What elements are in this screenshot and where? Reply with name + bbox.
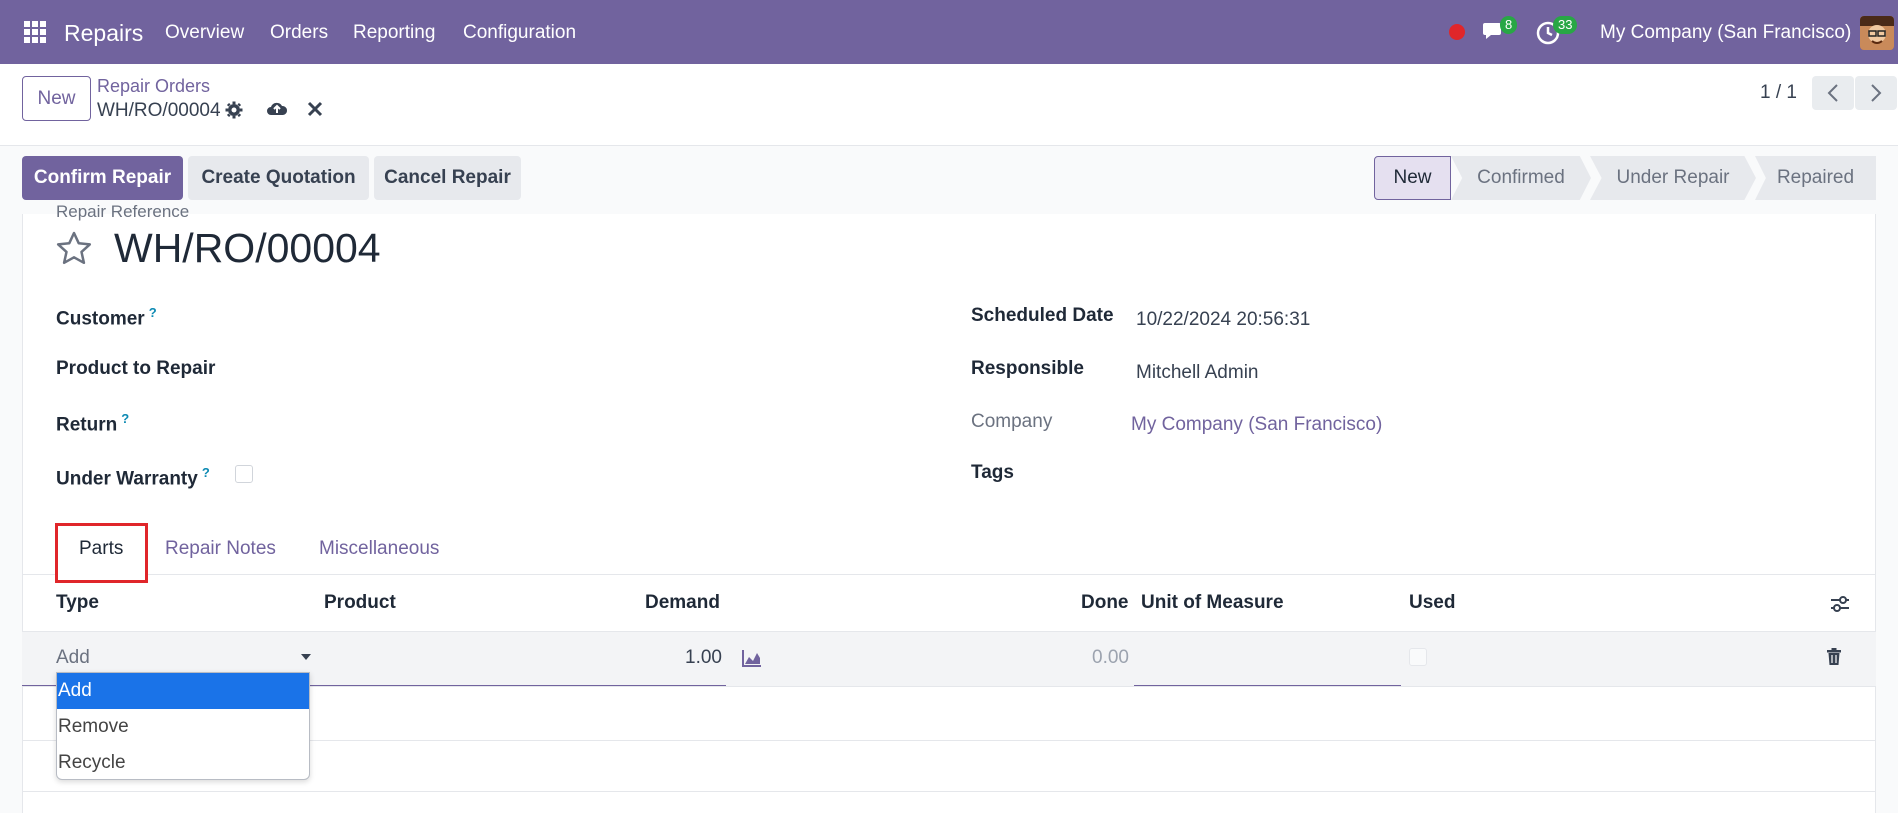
return-label: Return? [56, 411, 130, 436]
column-done[interactable]: Done [1081, 592, 1129, 614]
status-under-repair[interactable]: Under Repair [1590, 156, 1756, 200]
type-dropdown-menu: Add Remove Recycle [56, 672, 310, 780]
column-demand[interactable]: Demand [645, 592, 720, 614]
responsible-field[interactable]: Mitchell Admin [1136, 362, 1259, 384]
top-navbar: Repairs Overview Orders Reporting Config… [0, 0, 1898, 64]
pager-previous-button[interactable] [1812, 76, 1854, 110]
help-tooltip[interactable]: ? [202, 465, 210, 480]
tags-label: Tags [971, 462, 1014, 483]
user-avatar[interactable] [1860, 16, 1894, 50]
star-icon[interactable] [55, 230, 93, 268]
dropdown-option-recycle[interactable]: Recycle [57, 745, 309, 779]
column-product[interactable]: Product [324, 592, 396, 614]
chat-badge: 8 [1500, 16, 1518, 34]
recording-icon[interactable] [1449, 24, 1465, 40]
menu-orders[interactable]: Orders [270, 22, 328, 44]
menu-overview[interactable]: Overview [165, 22, 244, 44]
dropdown-option-remove[interactable]: Remove [57, 709, 309, 745]
status-new[interactable]: New [1374, 156, 1451, 200]
cancel-repair-button[interactable]: Cancel Repair [374, 156, 521, 200]
scheduled-date-field[interactable]: 10/22/2024 20:56:31 [1136, 309, 1310, 331]
trash-icon[interactable] [1826, 648, 1842, 666]
menu-configuration[interactable]: Configuration [463, 22, 576, 44]
product-to-repair-label: Product to Repair [56, 358, 216, 379]
menu-reporting[interactable]: Reporting [353, 22, 435, 44]
customer-label: Customer? [56, 305, 157, 330]
pager-next-button[interactable] [1855, 76, 1897, 110]
tabs-divider [22, 574, 1876, 575]
discard-close-icon[interactable] [307, 101, 323, 117]
app-name[interactable]: Repairs [64, 20, 143, 47]
breadcrumb-repair-orders[interactable]: Repair Orders [97, 76, 210, 97]
activity-badge: 33 [1553, 16, 1578, 34]
new-record-button[interactable]: New [22, 76, 91, 121]
column-type[interactable]: Type [56, 592, 99, 614]
breadcrumb-current: WH/RO/00004 [97, 100, 221, 121]
repair-reference-label: Repair Reference [56, 202, 190, 221]
column-unit-of-measure[interactable]: Unit of Measure [1141, 592, 1284, 614]
pager-value[interactable]: 1 / 1 [1760, 82, 1797, 104]
gear-icon[interactable] [225, 101, 243, 119]
done-field[interactable]: 0.00 [1092, 647, 1129, 669]
create-quotation-button[interactable]: Create Quotation [188, 156, 369, 200]
chevron-left-icon [1827, 84, 1838, 102]
column-used[interactable]: Used [1409, 592, 1455, 614]
tab-miscellaneous[interactable]: Miscellaneous [319, 538, 439, 560]
table-row [22, 791, 1876, 813]
company-label: Company [971, 411, 1053, 432]
status-repaired[interactable]: Repaired [1755, 156, 1876, 200]
help-tooltip[interactable]: ? [121, 411, 129, 426]
type-select[interactable]: Add [56, 647, 90, 669]
tab-repair-notes[interactable]: Repair Notes [165, 538, 276, 560]
apps-grid-icon[interactable] [24, 21, 46, 43]
under-warranty-checkbox[interactable] [235, 465, 253, 483]
save-cloud-icon[interactable] [266, 99, 288, 119]
caret-down-icon[interactable] [301, 654, 311, 660]
scheduled-date-label: Scheduled Date [971, 305, 1114, 326]
demand-field[interactable]: 1.00 [685, 647, 722, 669]
chevron-right-icon [1871, 84, 1882, 102]
dropdown-option-add[interactable]: Add [57, 673, 309, 709]
confirm-repair-button[interactable]: Confirm Repair [22, 156, 183, 200]
company-switcher[interactable]: My Company (San Francisco) [1600, 22, 1851, 44]
record-title: WH/RO/00004 [114, 225, 381, 271]
used-checkbox[interactable] [1409, 648, 1427, 666]
responsible-label: Responsible [971, 358, 1084, 379]
company-field[interactable]: My Company (San Francisco) [1131, 414, 1382, 436]
forecast-chart-icon[interactable] [742, 649, 762, 667]
under-warranty-label: Under Warranty? [56, 465, 210, 490]
status-confirmed[interactable]: Confirmed [1451, 156, 1591, 200]
help-tooltip[interactable]: ? [149, 305, 157, 320]
optional-columns-icon[interactable] [1829, 594, 1851, 614]
tab-parts[interactable]: Parts [79, 538, 123, 560]
